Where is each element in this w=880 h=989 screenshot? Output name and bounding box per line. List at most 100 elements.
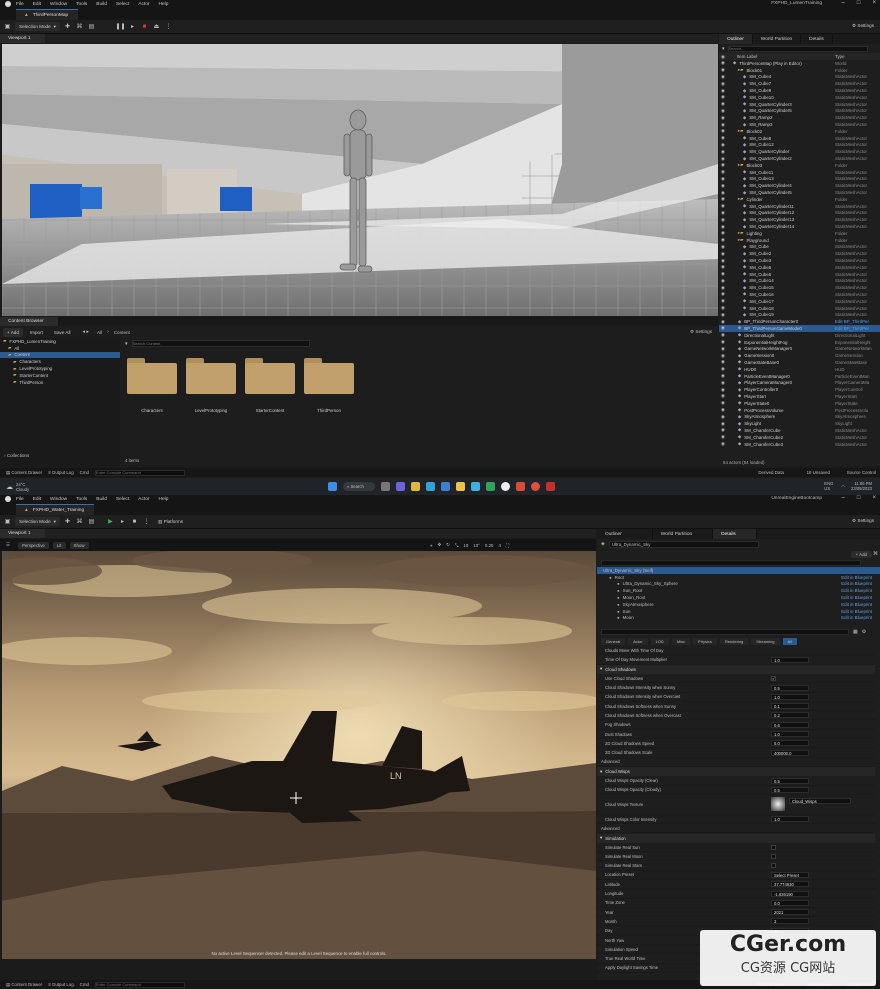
level-tab[interactable]: ▲ ThirdPersonMap: [16, 9, 79, 20]
outliner-row[interactable]: ◉ ◆ HUD0 HUD: [719, 366, 880, 373]
property-value[interactable]: 0.2: [771, 712, 809, 719]
show-button[interactable]: Show: [69, 541, 89, 549]
visibility-icon[interactable]: ◉: [721, 176, 725, 182]
visibility-icon[interactable]: ◉: [721, 414, 725, 420]
outliner-row[interactable]: ◉ ◆ SM_QuarterCylinder13 StaticMeshActor: [719, 216, 880, 223]
outliner-row[interactable]: ◉ ◆ PlayerState0 PlayerState: [719, 400, 880, 407]
camera-speed-value[interactable]: 4: [498, 543, 500, 548]
folder-tile[interactable]: [186, 358, 236, 394]
stop-icon[interactable]: ■: [140, 22, 149, 31]
visibility-icon[interactable]: ◉: [721, 319, 725, 325]
cmd-dropdown[interactable]: Cmd: [80, 982, 89, 987]
visibility-icon[interactable]: ◉: [721, 353, 725, 359]
property-category[interactable]: ▾ Cloud Shadows: [597, 664, 875, 674]
taskbar-search[interactable]: ⌕ Search: [343, 482, 375, 491]
outliner-row[interactable]: ◉ ◆ SM_QuarterCylinder11 StaticMeshActor: [719, 203, 880, 210]
settings-button[interactable]: ⚙ Settings: [690, 329, 712, 335]
unreal-taskbar-icon[interactable]: [501, 482, 510, 491]
visibility-icon[interactable]: ◉: [721, 325, 725, 331]
rotate-tool-icon[interactable]: ↻: [446, 542, 450, 548]
folder-tree-item[interactable]: ▰ Characters: [0, 358, 120, 365]
filter-tab[interactable]: Physics: [693, 638, 717, 646]
maximize-icon[interactable]: □: [857, 0, 861, 6]
outliner-row[interactable]: ◉ ◆ SM_Cube15 StaticMeshActor: [719, 284, 880, 291]
texture-dropdown[interactable]: Cloud_Wisps: [789, 798, 851, 805]
collections-header[interactable]: › Collections: [4, 453, 29, 458]
tab-details[interactable]: Details: [713, 529, 757, 539]
details-search-input[interactable]: [601, 629, 849, 636]
close-icon[interactable]: ×: [872, 495, 876, 501]
visibility-icon[interactable]: ◉: [721, 373, 725, 379]
edge-icon[interactable]: [426, 482, 435, 491]
edit-in-blueprint-link[interactable]: Edit in Blueprint: [841, 595, 872, 600]
menu-select[interactable]: Select: [116, 497, 129, 502]
property-value[interactable]: 400000.0: [771, 749, 809, 756]
store-icon[interactable]: [441, 482, 450, 491]
outliner-row[interactable]: ◉ ◆ GameSession0 GameSession: [719, 352, 880, 359]
filter-tab[interactable]: Actor: [628, 638, 648, 646]
chat-icon[interactable]: [396, 482, 405, 491]
visibility-icon[interactable]: ◉: [721, 380, 725, 386]
outliner-row[interactable]: ◉ ▸▰ Block03 Folder: [719, 162, 880, 169]
visibility-icon[interactable]: ◉: [721, 251, 725, 257]
visibility-icon[interactable]: ◉: [721, 393, 725, 399]
outliner-row[interactable]: ◉ ◆ SM_Cube7 StaticMeshActor: [719, 80, 880, 87]
import-button[interactable]: Import: [26, 328, 47, 337]
property-checkbox[interactable]: [771, 853, 776, 859]
folder-tile[interactable]: [127, 358, 177, 394]
property-value[interactable]: 1.0: [771, 693, 809, 700]
visibility-icon[interactable]: ◉: [721, 264, 725, 270]
folder-tile[interactable]: [304, 358, 354, 394]
advanced-toggle[interactable]: Advanced: [597, 824, 875, 834]
visibility-icon[interactable]: ◉: [721, 332, 725, 338]
filter-tab[interactable]: Misc: [671, 638, 691, 646]
visibility-icon[interactable]: ◉: [721, 359, 725, 365]
add-actor-icon[interactable]: ✚: [63, 22, 72, 31]
visibility-icon[interactable]: ◉: [721, 305, 725, 311]
cmd-dropdown[interactable]: Cmd: [80, 470, 89, 475]
property-checkbox[interactable]: [771, 863, 776, 869]
outliner-row[interactable]: ◉ ◆ SkyLight SkyLight: [719, 420, 880, 427]
outliner-row[interactable]: ◉ ◆ PostProcessVolume PostProcessVolu: [719, 407, 880, 414]
visibility-icon[interactable]: ◉: [721, 162, 725, 168]
outliner-row[interactable]: ◉ ▸▰ Block02 Folder: [719, 128, 880, 135]
visibility-icon[interactable]: ◉: [721, 210, 725, 216]
blueprint-icon[interactable]: ⌘: [75, 22, 84, 31]
visibility-icon[interactable]: ◉: [721, 115, 725, 121]
settings-button[interactable]: ⚙ Settings: [852, 518, 874, 524]
edit-in-blueprint-link[interactable]: Edit in Blueprint: [841, 581, 872, 586]
visibility-icon[interactable]: ◉: [721, 190, 725, 196]
breadcrumb-content[interactable]: Content: [114, 330, 130, 335]
visibility-icon[interactable]: ◉: [721, 291, 725, 297]
more-icon[interactable]: ⋮: [164, 22, 173, 31]
history-icon[interactable]: ◂ ▸: [83, 329, 89, 335]
tab-outliner[interactable]: Outliner: [719, 34, 753, 44]
outliner-row[interactable]: ◉ ▸▰ Lighting Folder: [719, 230, 880, 237]
visibility-icon[interactable]: ◉: [721, 298, 725, 304]
save-icon[interactable]: ▣: [3, 517, 12, 526]
outliner-row[interactable]: ◉ ◆ SkyAtmosphere SkyAtmosphere: [719, 413, 880, 420]
property-value[interactable]: 1.0: [771, 731, 809, 738]
minimize-icon[interactable]: –: [842, 0, 845, 6]
console-input[interactable]: [94, 469, 185, 476]
content-drawer-button[interactable]: ▤ Content Drawer: [6, 470, 42, 476]
blueprint-icon[interactable]: ⌘: [75, 517, 84, 526]
maximize-icon[interactable]: □: [857, 495, 861, 501]
console-input[interactable]: [94, 981, 185, 988]
tray-lang[interactable]: ENG US: [824, 481, 833, 491]
outliner-row[interactable]: ◉ ◆ PlayerStart PlayerStart: [719, 393, 880, 400]
files-icon[interactable]: [456, 482, 465, 491]
component-row[interactable]: ● Ultra_Dynamic_Sky_Sphere Edit in Bluepri…: [597, 581, 880, 588]
visibility-icon[interactable]: ◉: [721, 74, 725, 80]
outliner-row[interactable]: ◉ ◆ SM_Cube19 StaticMeshActor: [719, 311, 880, 318]
outliner-row[interactable]: ◉ ◆ SM_Cube11 StaticMeshActor: [719, 169, 880, 176]
component-row[interactable]: ● SkyAtmosphere Edit in Blueprint: [597, 601, 880, 608]
edit-in-blueprint-link[interactable]: Edit in Blueprint: [841, 575, 872, 580]
explorer-icon[interactable]: [411, 482, 420, 491]
filter-icon[interactable]: ▾: [722, 46, 725, 52]
spreadsheet-icon[interactable]: [486, 482, 495, 491]
component-row[interactable]: ● Sun Edit in Blueprint: [597, 608, 880, 615]
menu-actor[interactable]: Actor: [138, 497, 149, 502]
outliner-row[interactable]: ◉ ◆ SM_Cube12 StaticMeshActor: [719, 142, 880, 149]
save-all-button[interactable]: Save All: [50, 328, 75, 337]
